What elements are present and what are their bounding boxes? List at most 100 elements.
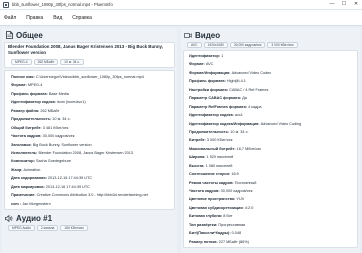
general-tags: MPEG-4 262 МБайт 10 м. 34 с. [11, 59, 174, 65]
video-row-key: Ширина: [189, 155, 207, 160]
video-row-key: Формат/Информация: [189, 70, 232, 75]
general-row-key: Идентификатор кодека: [11, 100, 57, 105]
general-row-key: Формат: [11, 83, 28, 88]
video-row-value: YUV [236, 197, 245, 202]
general-row-value: MPEG-4 [27, 83, 43, 88]
general-row-value: 10 м. 34 с. [52, 117, 71, 122]
maximize-button[interactable]: ☐ [338, 0, 350, 10]
video-row-value: AVC [205, 62, 214, 67]
general-row-value: Jan Morgenstern [22, 201, 51, 206]
general-heading: Blender Foundation 2008, Janus Bager Kri… [8, 44, 163, 55]
video-row-key: Параметр RefFrames формата: [189, 104, 249, 109]
audio-tags: MPEG Audio 2 канала 160 Кбит/сек [8, 225, 177, 231]
general-row-value: Sacha Goedegebure [35, 159, 71, 164]
general-row: Частота кадров: 30,000 кадров/сек [11, 132, 171, 140]
video-panel[interactable]: Видео AVC 1920x1080 30,000 кадров/сек 3 … [181, 28, 360, 253]
general-tag-duration: 10 м. 34 с. [60, 59, 84, 65]
general-row-key: Профиль формата: [11, 91, 49, 96]
window-title: bbb_sunflower_1080p_30fps_normal.mp4 - P… [12, 2, 113, 7]
video-row-key: Режим частоты кадров: [189, 180, 235, 185]
video-tag-resolution: 1920x1080 [203, 42, 228, 48]
title-bar: bbb_sunflower_1080p_30fps_normal.mp4 - P… [0, 0, 362, 10]
video-row-value: Advanced Video Codec [231, 70, 272, 75]
close-button[interactable]: ✕ [350, 0, 362, 10]
video-title: Видео [195, 30, 221, 40]
menu-view[interactable]: Вид [53, 15, 62, 21]
video-details-card: Идентификатор: 1 Формат: AVC Формат/Информ… [183, 50, 358, 249]
video-row: Битрейт: 3 000 Кбит/сек [189, 136, 354, 144]
general-row: Идентификатор кодека: isom (isom/avc1) [11, 98, 171, 106]
video-section-header: Видео [184, 30, 360, 40]
video-row-key: Соотношение сторон: [189, 172, 232, 177]
general-row-key: Полное имя: [11, 75, 36, 79]
general-row-value: 262 МБайт [40, 108, 60, 113]
audio-tag-channels: 2 канала [36, 225, 59, 231]
general-tag-format: MPEG-4 [11, 59, 32, 65]
video-row-value: Прогрессивная [218, 222, 246, 227]
general-row: Дата кодирования: 2013-12-16 17:44:39 UT… [11, 174, 171, 182]
app-icon [3, 1, 9, 8]
video-row-value: 227 МБайт (86%) [218, 239, 249, 244]
general-row: Профиль формата: Base Media [11, 90, 171, 98]
video-row: Тип развёртки: Прогрессивная [189, 221, 354, 229]
menu-file[interactable]: Файл [4, 15, 16, 21]
general-section-header: Общее [5, 30, 177, 40]
general-row: Жанр: Animation [11, 166, 171, 174]
general-row: Примечание: Creative Commons Attribution… [11, 191, 171, 199]
video-row: Размер потока: 227 МБайт (86%) [189, 238, 354, 246]
general-row: Дата маркировки: 2013-12-16 17:44:39 UTC [11, 183, 171, 191]
menu-edit[interactable]: Правка [26, 15, 43, 21]
video-row: Профиль формата: High@L4.1 [189, 77, 354, 85]
video-camera-icon [184, 32, 192, 39]
general-row-key: Общий битрейт: [11, 125, 43, 130]
general-row-key: Заголовок: [11, 142, 33, 147]
general-row: Размер файла: 262 МБайт [11, 107, 171, 115]
video-row: Режим частоты кадров: Постоянный [189, 179, 354, 187]
general-title: Общее [16, 30, 43, 40]
video-row: Настройки формата: CABAC / 4 Ref Frames [189, 86, 354, 94]
window-controls: — ☐ ✕ [326, 0, 362, 10]
video-row: Бит/(Пиксели*Кадры): 0.048 [189, 229, 354, 237]
video-row-key: Профиль формата: [189, 79, 227, 84]
video-row-value: 8 бит [223, 214, 233, 219]
menu-help[interactable]: Справка [72, 15, 92, 21]
video-row: Цветовая субдискретизация: 4:2:0 [189, 204, 354, 212]
video-tag-bitrate: 3 000 Кбит/сек [267, 42, 298, 48]
video-row-value: Да [242, 96, 247, 101]
video-row-key: Настройки формата: [189, 87, 230, 92]
video-tag-format: AVC [187, 42, 202, 48]
video-row: Параметр RefFrames формата: 4 кадра [189, 103, 354, 111]
video-row-value: 4 кадра [248, 104, 262, 109]
video-row: Параметр CABAC формата: Да [189, 94, 354, 102]
video-row-key: Битовая глубина: [189, 214, 224, 219]
general-row-key: Частота кадров: [11, 134, 43, 139]
video-row-value: 1 080 пикселей [205, 163, 233, 168]
video-row-value: avc1 [234, 113, 243, 118]
audio-title: Аудио #1 [16, 213, 53, 223]
video-row-key: Параметр CABAC формата: [189, 96, 243, 101]
video-row: Формат/Информация: Advanced Video Codec [189, 69, 354, 77]
general-row-value: Big Buck Bunny, Sunflower version [32, 142, 92, 147]
video-row: Цветовое пространство: YUV [189, 195, 354, 203]
general-tag-size: 262 МБайт [33, 59, 59, 65]
general-row-key: Продолжительность: [11, 117, 53, 122]
video-row-value: 16:9 [231, 172, 239, 177]
video-row-value: 1 [221, 54, 224, 58]
general-panel[interactable]: Общее Blender Foundation 2008, Janus Bag… [2, 28, 177, 253]
general-row-value: 30,000 кадров/сек [42, 134, 75, 139]
general-row-value: isom (isom/avc1) [56, 100, 86, 105]
general-card: Blender Foundation 2008, Janus Bager Kri… [4, 42, 175, 68]
video-row-key: Идентификатор кодека/Информация: [189, 121, 261, 126]
general-row-value: Base Media [48, 91, 69, 96]
minimize-button[interactable]: — [326, 0, 338, 10]
general-row-key: Исполнитель: [11, 150, 39, 155]
video-row: Ширина: 1 920 пикселей [189, 153, 354, 161]
general-rows: Полное имя: C:\Users\egor\Videos\bbb_sun… [5, 71, 174, 209]
general-row-value: 2013-12-16 17:44:39 UTC [47, 176, 93, 181]
video-row-value: 30,000 кадров/сек [220, 189, 253, 193]
video-row: Формат: AVC [189, 60, 354, 68]
video-row-key: Частота кадров: [189, 189, 221, 193]
menu-bar: Файл Правка Вид Справка [0, 10, 362, 26]
document-icon [5, 31, 13, 39]
video-row-value: 1 920 пикселей [206, 155, 234, 160]
